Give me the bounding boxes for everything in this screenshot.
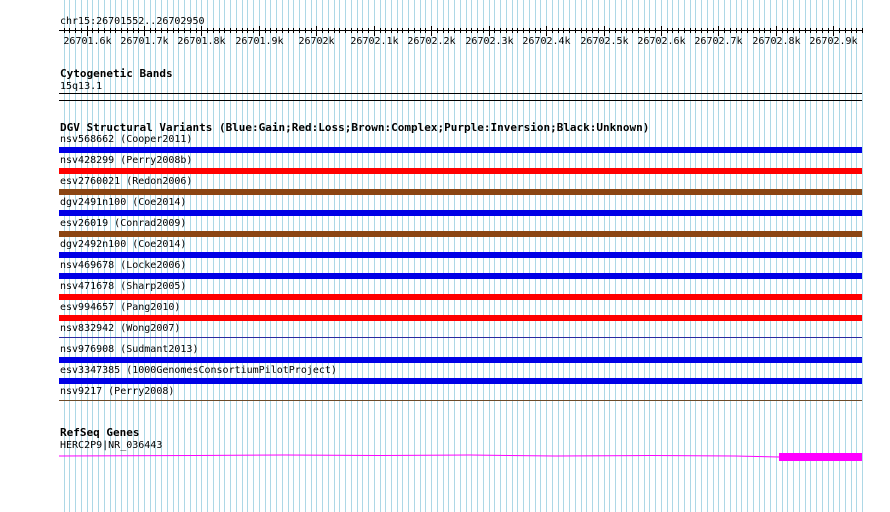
dgv-variant-label[interactable]: esv2760021 (Redon2006): [60, 176, 192, 187]
dgv-variant-label[interactable]: nsv568662 (Cooper2011): [60, 134, 192, 145]
ruler-tick-label: 26702.1k: [350, 36, 398, 47]
dgv-variant-label[interactable]: esv26019 (Conrad2009): [60, 218, 186, 229]
refseq-track-title[interactable]: RefSeq Genes: [60, 427, 139, 439]
dgv-variant-label[interactable]: nsv832942 (Wong2007): [60, 323, 180, 334]
dgv-variant-label[interactable]: nsv469678 (Locke2006): [60, 260, 186, 271]
dgv-variant-bar[interactable]: [59, 294, 862, 300]
dgv-variant-line[interactable]: [59, 400, 862, 401]
ruler[interactable]: 26701.6k 26701.7k 26701.8k 26701.9k 26702k 26…: [0, 0, 890, 60]
dgv-variant-bar[interactable]: [59, 315, 862, 321]
ruler-tick-label: 26702.2k: [407, 36, 455, 47]
dgv-track-title[interactable]: DGV Structural Variants (Blue:Gain;Red:L…: [60, 122, 649, 134]
dgv-variant-label[interactable]: nsv428299 (Perry2008b): [60, 155, 192, 166]
cytoband-band[interactable]: [59, 93, 862, 94]
dgv-variant-bar[interactable]: [59, 378, 862, 384]
track-separator: [59, 100, 862, 101]
ruler-tick-label: 26702.3k: [465, 36, 513, 47]
gene-exon[interactable]: [779, 453, 862, 461]
dgv-variant-label[interactable]: esv3347385 (1000GenomesConsortiumPilotPr…: [60, 365, 337, 376]
dgv-variant-label[interactable]: nsv471678 (Sharp2005): [60, 281, 186, 292]
ruler-tick-label: 26702.5k: [580, 36, 628, 47]
ruler-tick-label: 26702.4k: [522, 36, 570, 47]
dgv-variant-label[interactable]: esv994657 (Pang2010): [60, 302, 180, 313]
dgv-variant-bar[interactable]: [59, 357, 862, 363]
dgv-variant-label[interactable]: dgv2492n100 (Coe2014): [60, 239, 186, 250]
dgv-variant-line[interactable]: [59, 337, 862, 338]
dgv-variant-bar[interactable]: [59, 273, 862, 279]
ruler-tick-label: 26702.9k: [809, 36, 857, 47]
dgv-variant-label[interactable]: nsv9217 (Perry2008): [60, 386, 174, 397]
cytoband-track-title[interactable]: Cytogenetic Bands: [60, 68, 173, 80]
ruler-tick-label: 26702.6k: [637, 36, 685, 47]
ruler-tick-label: 26701.8k: [177, 36, 225, 47]
ruler-tick-label: 26701.7k: [120, 36, 168, 47]
cytoband-label[interactable]: 15q13.1: [60, 81, 102, 92]
ruler-tick-label: 26701.9k: [235, 36, 283, 47]
dgv-variant-bar[interactable]: [59, 168, 862, 174]
ruler-tick-label: 26702.7k: [694, 36, 742, 47]
gene-feature[interactable]: [0, 440, 890, 470]
gene-intron: [58, 454, 780, 458]
dgv-variant-bar[interactable]: [59, 147, 862, 153]
dgv-variant-bar[interactable]: [59, 210, 862, 216]
dgv-variant-bar[interactable]: [59, 189, 862, 195]
ruler-tick-label: 26702.8k: [752, 36, 800, 47]
ruler-tick-label: 26702k: [298, 36, 334, 47]
dgv-variant-label[interactable]: dgv2491n100 (Coe2014): [60, 197, 186, 208]
ruler-tick-label: 26701.6k: [63, 36, 111, 47]
dgv-variant-label[interactable]: nsv976908 (Sudmant2013): [60, 344, 198, 355]
dgv-variant-bar[interactable]: [59, 252, 862, 258]
dgv-variant-bar[interactable]: [59, 231, 862, 237]
